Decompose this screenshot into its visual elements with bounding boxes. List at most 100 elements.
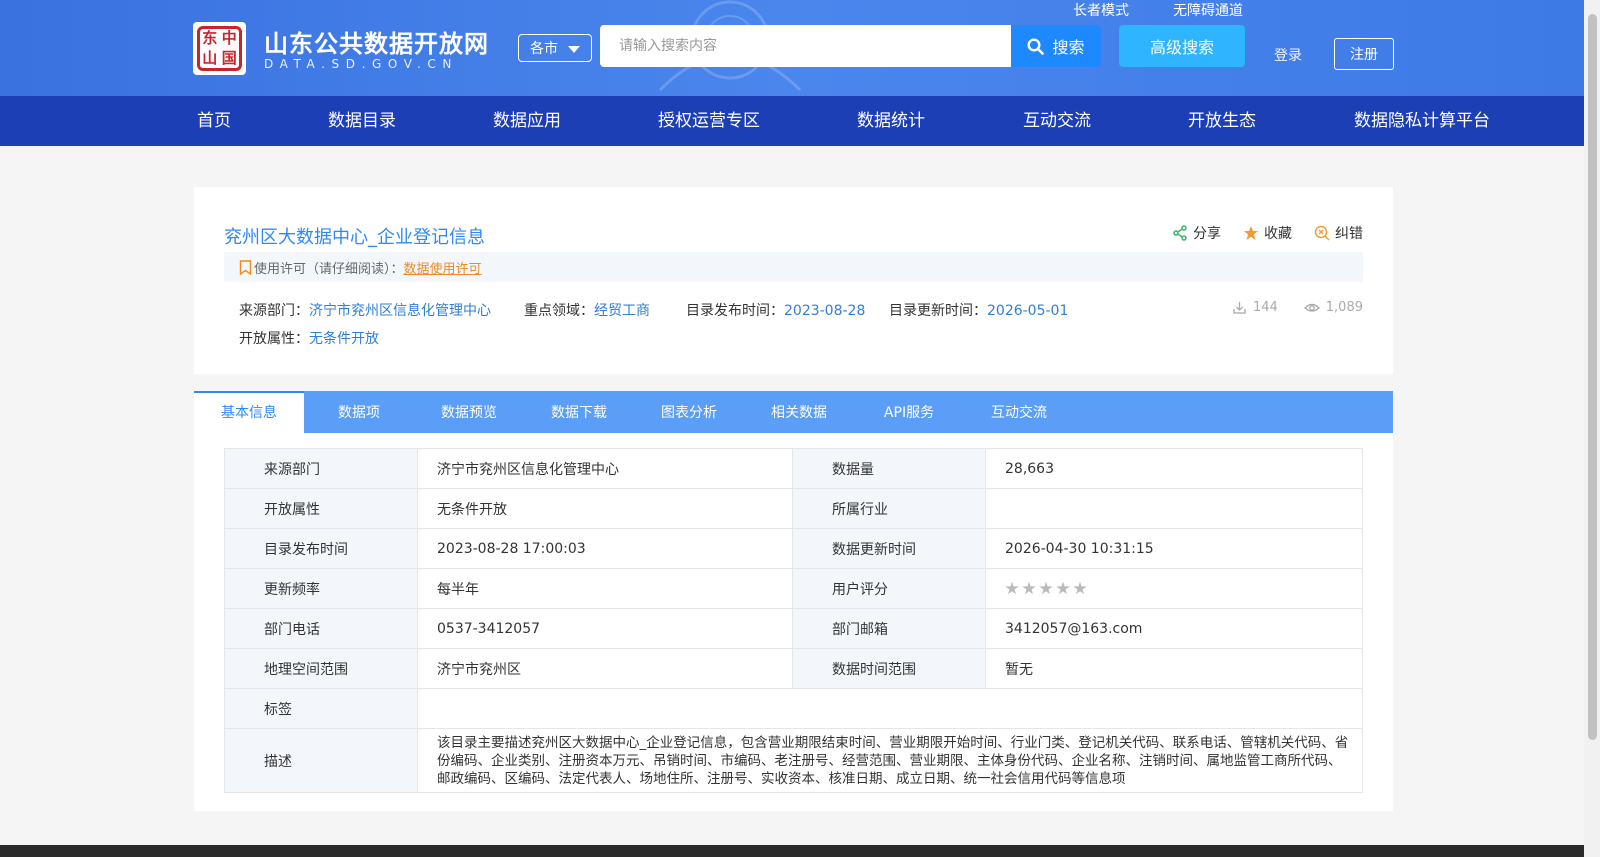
report-error-icon — [1314, 225, 1330, 241]
search-icon — [1027, 37, 1045, 55]
meta-domain-value[interactable]: 经贸工商 — [594, 303, 650, 319]
meta-publish-label: 目录发布时间： — [686, 303, 784, 319]
table-value: 无条件开放 — [417, 488, 793, 529]
tags-value — [417, 688, 1363, 729]
dataset-detail-panel: 基本信息 数据项 数据预览 数据下载 图表分析 相关数据 API服务 互动交流 … — [194, 391, 1393, 811]
meta-source-value[interactable]: 济宁市兖州区信息化管理中心 — [309, 303, 491, 319]
table-label: 数据时间范围 — [792, 648, 986, 689]
seal-char: 国 — [221, 48, 237, 67]
star-icon[interactable] — [1039, 581, 1053, 595]
page-scrollbar[interactable] — [1584, 0, 1600, 857]
seal-char: 山 — [202, 48, 218, 67]
dataset-actions: 分享 收藏 纠错 — [1172, 223, 1363, 243]
star-icon[interactable] — [1073, 581, 1087, 595]
logo-seal[interactable]: 东 中 山 国 — [193, 22, 246, 75]
report-error-label: 纠错 — [1335, 226, 1363, 242]
table-label: 更新频率 — [224, 568, 418, 609]
table-value: 济宁市兖州区 — [417, 648, 793, 689]
nav-item-ecosystem[interactable]: 开放生态 — [1188, 96, 1256, 146]
tab-chart-analysis[interactable]: 图表分析 — [634, 391, 744, 433]
register-button[interactable]: 注册 — [1334, 38, 1394, 70]
table-value: 每半年 — [417, 568, 793, 609]
table-label: 数据量 — [792, 448, 986, 489]
table-value: 暂无 — [985, 648, 1363, 689]
table-value — [985, 488, 1363, 529]
meta-domain: 重点领域：经贸工商 — [524, 300, 650, 320]
star-icon — [1244, 226, 1258, 240]
table-label: 标签 — [224, 688, 418, 729]
meta-source-label: 来源部门： — [239, 303, 309, 319]
advanced-search-button[interactable]: 高级搜索 — [1119, 25, 1245, 67]
search-button[interactable]: 搜索 — [1011, 25, 1101, 67]
seal-char: 东 — [202, 29, 218, 48]
meta-update-label: 目录更新时间： — [889, 303, 987, 319]
elder-mode-link[interactable]: 长者模式 — [1073, 0, 1129, 20]
favorite-button[interactable]: 收藏 — [1243, 223, 1292, 243]
report-error-button[interactable]: 纠错 — [1314, 223, 1363, 243]
city-select-value: 各市 — [530, 41, 558, 57]
city-select[interactable]: 各市 — [518, 34, 592, 62]
rating-stars[interactable] — [1005, 581, 1362, 596]
nav-item-privacy-computing[interactable]: 数据隐私计算平台 — [1354, 96, 1490, 146]
nav-item-authorized-ops[interactable]: 授权运营专区 — [658, 96, 760, 146]
star-icon[interactable] — [1022, 581, 1036, 595]
tab-data-preview[interactable]: 数据预览 — [414, 391, 524, 433]
star-icon[interactable] — [1056, 581, 1070, 595]
nav-item-statistics[interactable]: 数据统计 — [857, 96, 925, 146]
table-label: 来源部门 — [224, 448, 418, 489]
login-link[interactable]: 登录 — [1274, 45, 1302, 65]
accessibility-link[interactable]: 无障碍通道 — [1173, 0, 1243, 20]
site-title[interactable]: 山东公共数据开放网 — [264, 24, 489, 59]
download-icon — [1233, 302, 1246, 314]
table-row: 描述 该目录主要描述兖州区大数据中心_企业登记信息，包含营业期限结束时间、营业期… — [224, 728, 1363, 793]
tab-api-service[interactable]: API服务 — [854, 391, 964, 433]
description-value: 该目录主要描述兖州区大数据中心_企业登记信息，包含营业期限结束时间、营业期限开始… — [417, 728, 1363, 793]
license-label: 使用许可（请仔细阅读）： — [254, 261, 404, 277]
footer-strip — [0, 845, 1584, 857]
table-value: 济宁市兖州区信息化管理中心 — [417, 448, 793, 489]
meta-source: 来源部门：济宁市兖州区信息化管理中心 — [239, 300, 491, 320]
table-row: 标签 — [224, 688, 1363, 729]
table-value: 3412057@163.com — [985, 608, 1363, 649]
tab-interaction[interactable]: 互动交流 — [964, 391, 1074, 433]
eye-icon — [1303, 303, 1320, 312]
tab-basic-info[interactable]: 基本信息 — [194, 391, 304, 433]
meta-publish-time: 目录发布时间：2023-08-28 — [686, 300, 865, 320]
meta-update-value: 2026-05-01 — [987, 303, 1069, 319]
table-label: 所属行业 — [792, 488, 986, 529]
table-label: 部门邮箱 — [792, 608, 986, 649]
share-button[interactable]: 分享 — [1172, 223, 1221, 243]
meta-open-attribute: 开放属性：无条件开放 — [239, 328, 379, 348]
caret-down-icon — [568, 46, 580, 53]
share-label: 分享 — [1193, 226, 1221, 242]
seal-char: 中 — [221, 29, 237, 48]
nav-item-interaction[interactable]: 互动交流 — [1023, 96, 1091, 146]
table-value: 28,663 — [985, 448, 1363, 489]
table-label: 目录发布时间 — [224, 528, 418, 569]
tab-data-items[interactable]: 数据项 — [304, 391, 414, 433]
scrollbar-thumb[interactable] — [1588, 14, 1597, 740]
nav-item-home[interactable]: 首页 — [197, 96, 231, 146]
favorite-label: 收藏 — [1264, 226, 1292, 242]
nav-item-apps[interactable]: 数据应用 — [493, 96, 561, 146]
star-icon[interactable] — [1005, 581, 1019, 595]
table-value: 2026-04-30 10:31:15 — [985, 528, 1363, 569]
nav-item-catalog[interactable]: 数据目录 — [328, 96, 396, 146]
user-rating — [985, 568, 1363, 609]
meta-open-value[interactable]: 无条件开放 — [309, 331, 379, 347]
tab-data-download[interactable]: 数据下载 — [524, 391, 634, 433]
table-row: 来源部门 济宁市兖州区信息化管理中心 数据量 28,663 — [224, 448, 1363, 489]
view-count-value: 1,089 — [1325, 300, 1363, 315]
site-domain: DATA.SD.GOV.CN — [264, 57, 458, 71]
detail-tabs: 基本信息 数据项 数据预览 数据下载 图表分析 相关数据 API服务 互动交流 — [194, 391, 1393, 433]
license-link[interactable]: 数据使用许可 — [404, 258, 482, 277]
table-label: 数据更新时间 — [792, 528, 986, 569]
table-row: 目录发布时间 2023-08-28 17:00:03 数据更新时间 2026-0… — [224, 528, 1363, 569]
meta-publish-value: 2023-08-28 — [784, 303, 866, 319]
license-bar: 使用许可（请仔细阅读）： 数据使用许可 — [224, 252, 1363, 282]
tab-related-data[interactable]: 相关数据 — [744, 391, 854, 433]
logo-seal-glyphs: 东 中 山 国 — [197, 26, 242, 71]
dataset-summary-card: 兖州区大数据中心_企业登记信息 分享 收藏 纠错 使用许可（请仔细阅读）： 数据… — [194, 187, 1393, 374]
dataset-stats: 144 1,089 — [1232, 300, 1363, 315]
search-input[interactable] — [600, 25, 1011, 67]
